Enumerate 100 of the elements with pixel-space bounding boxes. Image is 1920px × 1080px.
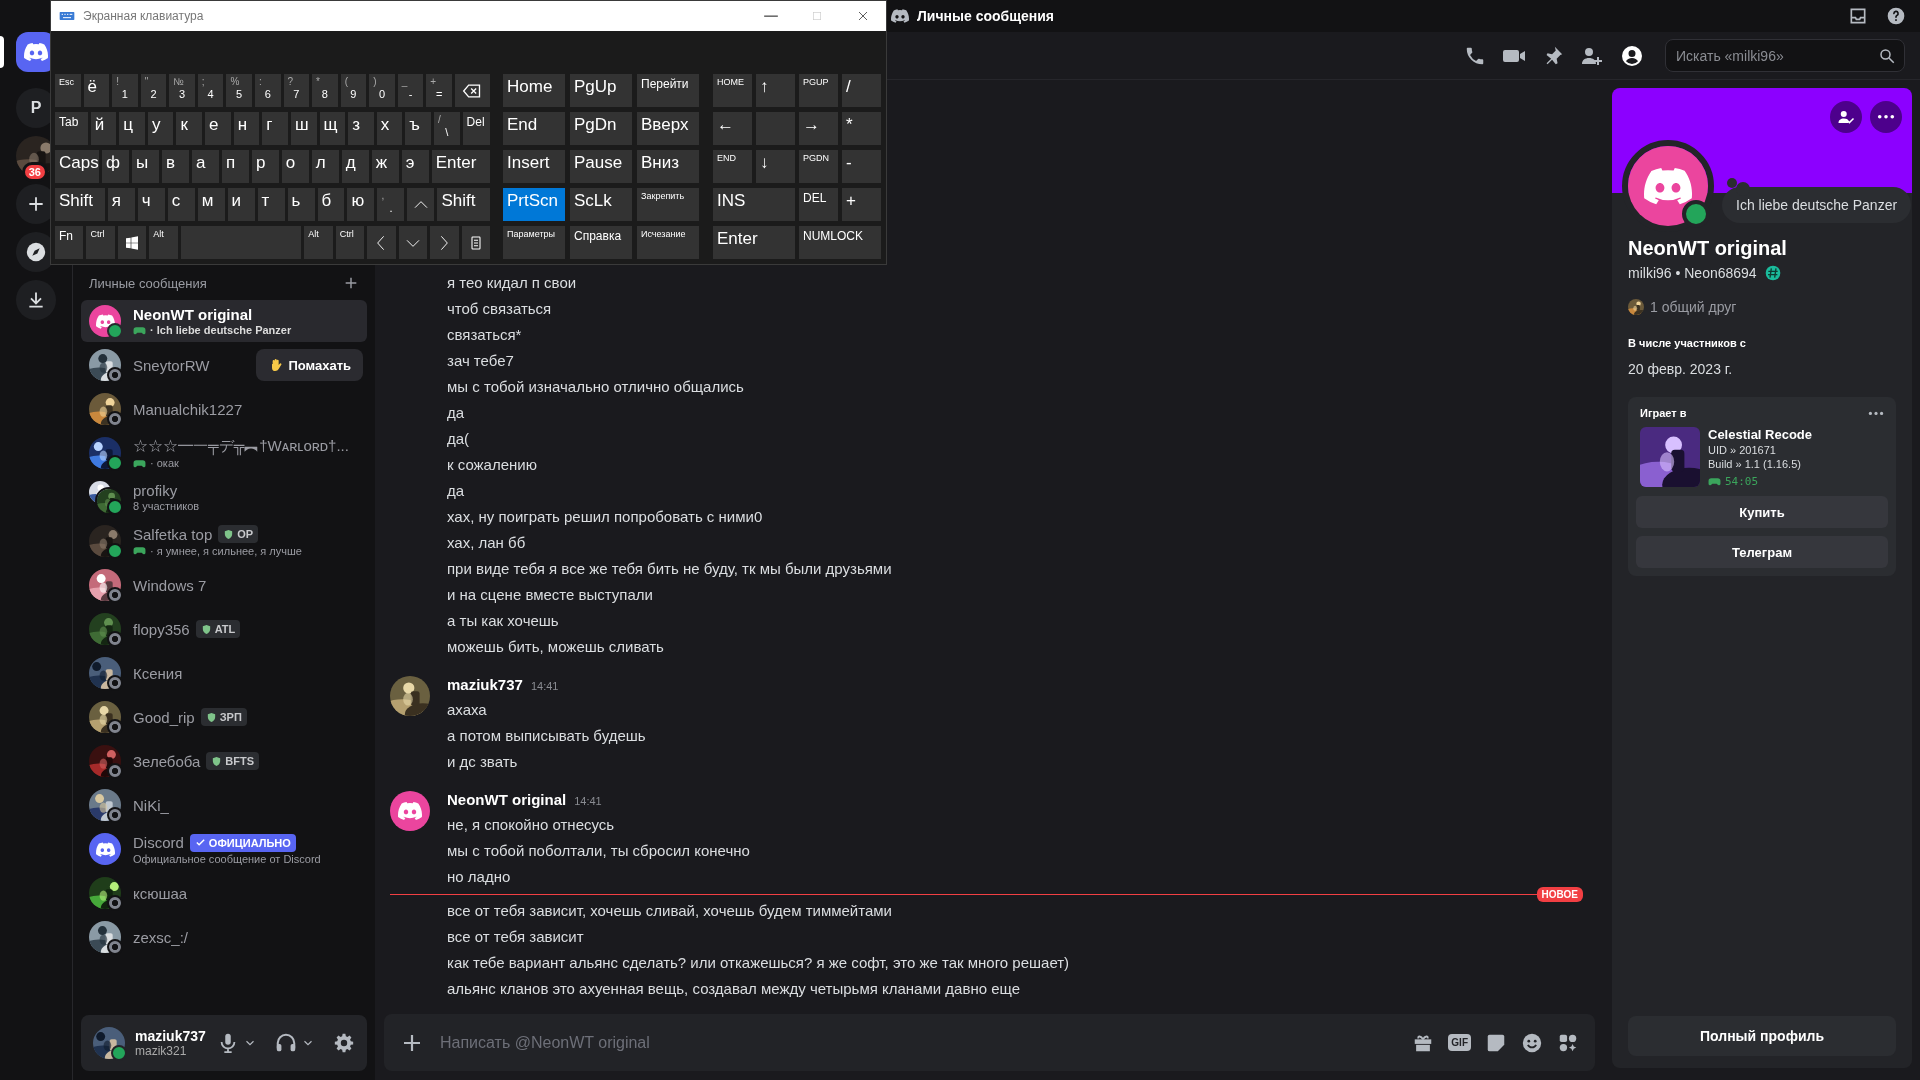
keyboard-key[interactable]: ж	[371, 150, 399, 183]
keyboard-key[interactable]: ф	[102, 150, 129, 183]
keyboard-key[interactable]: PrtScn	[503, 188, 565, 221]
keyboard-key[interactable]: ё	[83, 74, 110, 107]
keyboard-key[interactable]: ←	[713, 112, 752, 145]
keyboard-key[interactable]: ! 1	[112, 74, 138, 107]
message-composer[interactable]: Написать @NeonWT original GIF	[384, 1014, 1595, 1071]
keyboard-key[interactable]: ъ	[405, 112, 431, 145]
keyboard-key[interactable]: ) 0	[369, 74, 395, 107]
keyboard-key[interactable]: DEL	[799, 188, 838, 221]
keyboard-key[interactable]: Alt	[304, 226, 333, 259]
keyboard-key[interactable]: -	[842, 150, 881, 183]
keyboard-key[interactable]: /	[842, 74, 881, 107]
keyboard-key[interactable]: PgDn	[570, 112, 632, 145]
keyboard-key[interactable]: й	[90, 112, 117, 145]
gif-button[interactable]: GIF	[1448, 1034, 1471, 1051]
search-field[interactable]: Искать «milki96»	[1665, 39, 1905, 72]
keyboard-key[interactable]: Параметры	[503, 226, 565, 259]
keyboard-key[interactable]: : 6	[254, 74, 281, 107]
keyboard-key[interactable]: PGUP	[799, 74, 838, 107]
dm-item[interactable]: Salfetka top OP · я умнее, я сильнее, я лучше	[81, 520, 367, 562]
keyboard-key[interactable]: * 8	[312, 74, 338, 107]
keyboard-key[interactable]: Fn	[55, 226, 84, 259]
keyboard-key[interactable]: з	[348, 112, 374, 145]
keyboard-key[interactable]: Insert	[503, 150, 565, 183]
keyboard-key[interactable]: PgUp	[570, 74, 632, 107]
keyboard-key[interactable]: INS	[713, 188, 795, 221]
dm-item[interactable]: ☆☆☆━一╤デ╦︻†Wᴀʀʟᴏʀᴅ†... · окак	[81, 432, 367, 474]
keyboard-key[interactable]: " 2	[140, 74, 167, 107]
dm-item[interactable]: Зелебоба BFTS	[81, 740, 367, 782]
keyboard-key[interactable]: л	[311, 150, 339, 183]
keyboard-key[interactable]: ; 4	[197, 74, 224, 107]
keyboard-key[interactable]: Esc	[55, 74, 81, 107]
keyboard-key[interactable]: ScLk	[570, 188, 632, 221]
keyboard-key[interactable]: Исчезание	[637, 226, 699, 259]
keyboard-key[interactable]: Caps	[55, 150, 100, 183]
dm-item[interactable]: SneytorRW Помахать	[81, 344, 367, 386]
keyboard-key[interactable]: я	[107, 188, 135, 221]
keyboard-key[interactable]: NUMLOCK	[799, 226, 881, 259]
keyboard-key[interactable]: е	[205, 112, 231, 145]
keyboard-key[interactable]: п	[221, 150, 249, 183]
keyboard-key[interactable]: э	[401, 150, 429, 183]
keyboard-key[interactable]: б	[317, 188, 345, 221]
mutual-friends-link[interactable]: 1 общий друг	[1650, 299, 1737, 315]
dm-item[interactable]: ксюшаа	[81, 872, 367, 914]
keyboard-key[interactable]: ↑	[756, 74, 795, 107]
keyboard-key[interactable]: →	[799, 112, 838, 145]
dm-item[interactable]: Discord ОФИЦИАЛЬНО Официальное сообщение от Discord	[81, 828, 367, 870]
wave-button[interactable]: Помахать	[256, 349, 363, 381]
dm-item[interactable]: flopy356 ATL	[81, 608, 367, 650]
dm-item[interactable]: Manualchik1227	[81, 388, 367, 430]
keyboard-key[interactable]: + =	[426, 74, 452, 107]
keyboard-key[interactable]: Pause	[570, 150, 632, 183]
keyboard-key[interactable]: д	[341, 150, 369, 183]
keyboard-key[interactable]: / \	[433, 112, 460, 145]
keyboard-key[interactable]: ш	[290, 112, 317, 145]
keyboard-key[interactable]: HOME	[713, 74, 752, 107]
keyboard-key[interactable]: End	[503, 112, 565, 145]
keyboard-key[interactable]: р	[251, 150, 279, 183]
keyboard-key[interactable]: Shift	[437, 188, 490, 221]
keyboard-key[interactable]: *	[842, 112, 881, 145]
keyboard-key[interactable]: ь	[287, 188, 315, 221]
keyboard-key[interactable]: ( 9	[340, 74, 367, 107]
message-author[interactable]: maziuk737	[447, 674, 523, 696]
keyboard-key[interactable]: с	[167, 188, 195, 221]
dm-item[interactable]: NiKi_	[81, 784, 367, 826]
keyboard-key[interactable]: ы	[132, 150, 159, 183]
keyboard-key[interactable]: ц	[119, 112, 145, 145]
message-input[interactable]: Написать @NeonWT original	[438, 1032, 1399, 1053]
keyboard-key[interactable]: Enter	[713, 226, 795, 259]
keyboard-key[interactable]: у	[147, 112, 174, 145]
keyboard-key[interactable]: END	[713, 150, 752, 183]
dm-item[interactable]: profiky 8 участников	[81, 476, 367, 518]
keyboard-key[interactable]: ю	[347, 188, 375, 221]
keyboard-key[interactable]: ? 7	[283, 74, 310, 107]
full-profile-button[interactable]: Полный профиль	[1628, 1016, 1896, 1056]
dm-item[interactable]: Good_rip ЗРП	[81, 696, 367, 738]
keyboard-key[interactable]: Ctrl	[86, 226, 115, 259]
keyboard-key[interactable]: о	[281, 150, 309, 183]
search-input[interactable]: Искать «milki96»	[1674, 46, 1878, 65]
message-author[interactable]: NeonWT original	[447, 789, 567, 811]
keyboard-key[interactable]: Shift	[55, 188, 105, 221]
keyboard-key[interactable]: х	[376, 112, 403, 145]
keyboard-key[interactable]: Alt	[149, 226, 178, 259]
dm-item[interactable]: Windows 7	[81, 564, 367, 606]
activity-button[interactable]: Телеграм	[1636, 536, 1888, 568]
keyboard-key[interactable]: и	[227, 188, 255, 221]
keyboard-key[interactable]: т	[257, 188, 285, 221]
keyboard-key[interactable]: _ -	[397, 74, 424, 107]
keyboard-key[interactable]: г	[262, 112, 288, 145]
keyboard-key[interactable]: № 3	[169, 74, 195, 107]
keyboard-key[interactable]: к	[176, 112, 203, 145]
keyboard-key[interactable]: ч	[137, 188, 165, 221]
keyboard-key[interactable]: Вверх	[637, 112, 699, 145]
keyboard-key[interactable]: PGDN	[799, 150, 838, 183]
keyboard-key[interactable]: Enter	[431, 150, 490, 183]
keyboard-key[interactable]: +	[842, 188, 881, 221]
keyboard-key[interactable]: в	[162, 150, 189, 183]
activity-button[interactable]: Купить	[1636, 496, 1888, 528]
keyboard-key[interactable]: Del	[462, 112, 490, 145]
